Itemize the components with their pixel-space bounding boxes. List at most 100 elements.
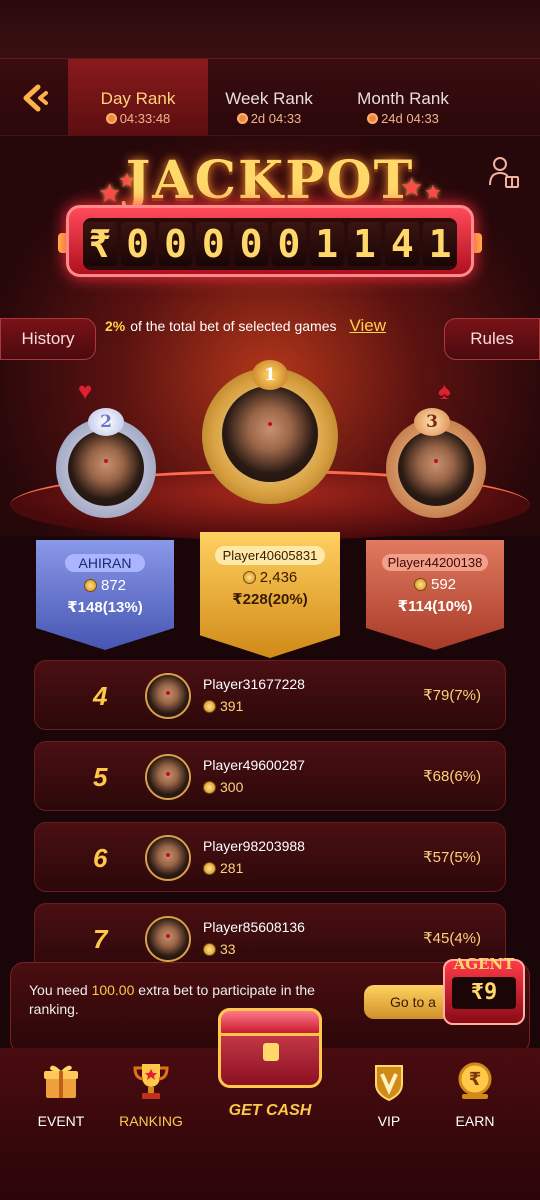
jackpot-percent: 2% [105,318,126,334]
jackpot-title: JACKPOT [125,150,415,211]
jackpot-digit: 0 [272,222,306,266]
tab-timer: 2d 04:33 [250,111,302,126]
rank-number: 5 [93,762,108,792]
get-cash-button[interactable]: GET CASH [198,1008,342,1136]
player-coins: 2,436 [259,569,298,586]
podium-card-rank-3: Player44200138 592 ₹114(10%) [366,540,504,650]
player-name: Player49600287 [203,757,305,773]
ranking-row[interactable]: 4 Player31677228 391 ₹79(7%) [34,660,506,730]
avatar [145,835,191,881]
nav-label: VIP [377,1113,401,1129]
rules-button[interactable]: Rules [444,318,540,360]
nav-label: RANKING [119,1113,183,1129]
history-button[interactable]: History [0,318,96,360]
rank-badge-1: 1 [252,360,288,390]
rank-number: 7 [93,924,108,954]
notice-text-pre: You need [29,982,92,998]
coin-icon [203,861,216,875]
tab-label: Day Rank [100,89,176,108]
jackpot-description-text: of the total bet of selected games [130,318,337,334]
nav-earn[interactable]: ₹ EARN [430,1060,520,1129]
status-strip [0,0,540,58]
player-coins: 300 [220,779,244,795]
ranking-list: 4 Player31677228 391 ₹79(7%) 5 Player496… [34,660,506,984]
rank-number: 4 [93,681,108,711]
player-prize: ₹57(5%) [423,849,481,866]
nav-label: EVENT [37,1113,85,1129]
tab-day-rank[interactable]: Day Rank 04:33:48 [68,59,208,137]
player-prize: ₹45(4%) [423,930,481,947]
tab-timer: 04:33:48 [119,111,171,126]
coin-icon [83,579,97,592]
jackpot-digit: 0 [158,222,193,266]
coin-icon [242,571,256,584]
vip-crown-icon [375,1065,403,1102]
avatar [145,673,191,719]
player-name: Player98203988 [203,838,305,854]
player-name: Player85608136 [203,919,305,935]
agent-reel: ₹9 [452,977,516,1009]
nav-label: EARN [455,1113,495,1129]
nav-event[interactable]: EVENT [16,1060,106,1129]
rank-tabbar: Day Rank 04:33:48 Week Rank 2d 04:33 Mon… [0,58,540,137]
avatar-rank-1 [222,386,318,482]
ranking-row[interactable]: 5 Player49600287 300 ₹68(6%) [34,741,506,811]
player-coins: 33 [220,941,236,957]
jackpot-digits: ₹ 0 0 0 0 0 1 1 4 1 [83,218,457,270]
heart-suit-icon: ♥ [78,378,93,405]
tab-timer: 24d 04:33 [381,111,439,126]
gift-icon [44,1065,78,1098]
player-coins: 592 [430,576,457,593]
coin-icon [203,942,216,956]
player-name: Player40605831 [214,546,326,565]
jackpot-digit: 0 [196,222,231,266]
clock-icon [367,113,379,124]
ranking-row[interactable]: 6 Player98203988 281 ₹57(5%) [34,822,506,892]
player-coins: 281 [220,860,244,876]
player-prize: ₹148(13%) [67,599,143,616]
player-prize: ₹68(6%) [423,768,481,785]
rank-badge-2: 2 [88,408,124,436]
player-name: Player31677228 [203,676,305,692]
player-prize: ₹79(7%) [423,687,481,704]
jackpot-currency: ₹ [83,222,117,266]
coin-icon [203,699,216,713]
podium-card-rank-1: Player40605831 2,436 ₹228(20%) [200,532,340,658]
nav-label: GET CASH [228,1102,312,1119]
agent-label: AGENT [453,955,515,973]
avatar [145,754,191,800]
invite-friends-icon[interactable] [488,155,520,189]
trophy-icon [133,1064,169,1099]
agent-badge[interactable]: AGENT ₹9 [443,955,525,1025]
tab-month-rank[interactable]: Month Rank 24d 04:33 [333,59,473,137]
clock-icon [236,113,248,124]
back-arrow-icon[interactable] [18,83,52,113]
rupee-coin-icon: ₹ [458,1062,492,1099]
bottom-navbar: EVENT RANKING GET CASH VIP ₹ EARN [0,1008,540,1200]
jackpot-digit: 0 [234,222,268,266]
podium-card-rank-2: AHIRAN 872 ₹148(13%) [36,540,174,650]
avatar-rank-3 [398,430,474,506]
jackpot-digit: 1 [347,222,382,266]
tab-label: Week Rank [225,89,313,108]
jackpot-digit: 1 [423,222,457,266]
player-prize: ₹114(10%) [397,598,473,615]
player-prize: ₹228(20%) [232,591,308,608]
jackpot-description: 2% of the total bet of selected games Vi… [105,316,435,336]
spade-suit-icon: ♠ [438,378,451,405]
coin-icon [203,780,216,794]
coin-icon [413,578,427,591]
treasure-chest-icon [218,1008,322,1088]
nav-vip[interactable]: VIP [344,1060,434,1129]
tab-week-rank[interactable]: Week Rank 2d 04:33 [199,59,339,137]
rank-number: 6 [93,843,108,873]
svg-text:₹: ₹ [469,1069,482,1090]
player-name: Player44200138 [381,554,489,571]
player-name: AHIRAN [64,554,146,572]
jackpot-digit: 1 [309,222,344,266]
nav-ranking[interactable]: RANKING [106,1060,196,1129]
notice-amount: 100.00 [91,982,135,998]
view-link[interactable]: View [349,316,386,336]
clock-icon [105,113,117,124]
jackpot-digit: 0 [120,222,155,266]
